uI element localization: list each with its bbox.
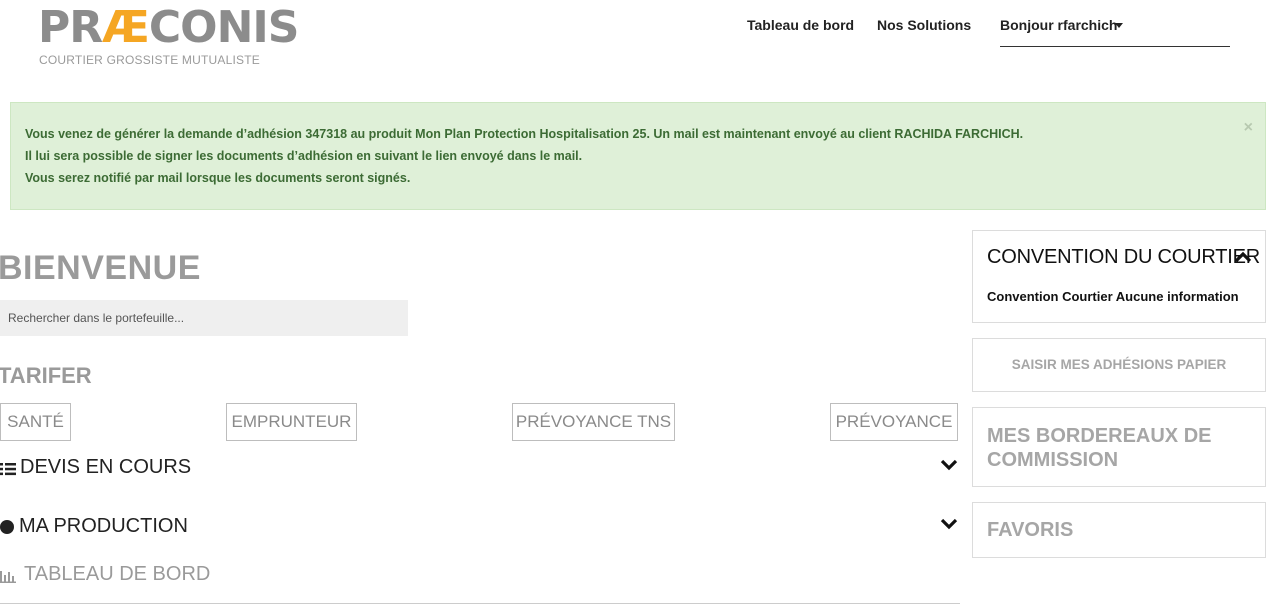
saisir-adhesions-button[interactable]: SAISIR MES ADHÉSIONS PAPIER: [972, 338, 1266, 392]
devis-section-title: DEVIS EN COURS: [20, 456, 192, 478]
dashboard-section-title[interactable]: TABLEAU DE BORD: [24, 563, 210, 586]
success-alert: Vous venez de générer la demande d’adhés…: [10, 102, 1266, 210]
saisir-adhesions-label: SAISIR MES ADHÉSIONS PAPIER: [1011, 357, 1227, 372]
page-title: BIENVENUE: [0, 249, 201, 287]
user-greeting: Bonjour rfarchich: [1000, 17, 1118, 33]
convention-text: Convention Courtier Aucune information: [987, 289, 1239, 304]
convention-title[interactable]: CONVENTION DU COURTIER: [987, 246, 1260, 269]
tarif-sante-button[interactable]: SANTÉ: [0, 403, 71, 441]
chevron-down-icon: [940, 518, 958, 530]
chevron-down-icon: [940, 459, 958, 471]
devis-section-toggle[interactable]: DEVIS EN COURS: [0, 454, 960, 484]
production-section-title: MA PRODUCTION: [19, 515, 188, 537]
alert-line-2: Il lui sera possible de signer les docum…: [25, 149, 583, 163]
close-icon[interactable]: ×: [1244, 119, 1253, 137]
tarif-emprunteur-button[interactable]: EMPRUNTEUR: [226, 403, 357, 441]
tarifer-heading: TARIFER: [0, 363, 92, 388]
favoris-label: FAVORIS: [987, 519, 1074, 541]
nav-solutions-link[interactable]: Nos Solutions: [877, 17, 971, 33]
logo-tagline: COURTIER GROSSISTE MUTUALISTE: [39, 53, 260, 67]
brand-logo[interactable]: PRÆCONIS COURTIER GROSSISTE MUTUALISTE: [38, 2, 299, 68]
bar-chart-icon: [0, 571, 16, 583]
tarif-prevoyance-button[interactable]: PRÉVOYANCE: [830, 403, 958, 441]
logo-wordmark: PRÆCONIS: [38, 2, 299, 53]
circle-icon: [0, 520, 14, 534]
caret-down-icon: [1115, 23, 1123, 28]
list-icon: [0, 463, 16, 476]
favoris-panel[interactable]: FAVORIS: [972, 502, 1266, 558]
portfolio-search-input[interactable]: [0, 300, 408, 336]
convention-panel: CONVENTION DU COURTIER Convention Courti…: [972, 230, 1266, 323]
nav-dashboard-link[interactable]: Tableau de bord: [747, 17, 854, 33]
production-section-toggle[interactable]: MA PRODUCTION: [0, 513, 960, 543]
alert-line-3: Vous serez notifié par mail lorsque les …: [25, 171, 411, 185]
bordereaux-panel[interactable]: MES BORDEREAUX DE COMMISSION: [972, 407, 1266, 487]
bordereaux-label: MES BORDEREAUX DE COMMISSION: [987, 425, 1212, 471]
tarif-prevoyance-tns-button[interactable]: PRÉVOYANCE TNS: [512, 403, 675, 441]
user-menu[interactable]: Bonjour rfarchich: [1000, 10, 1230, 47]
chevron-up-icon[interactable]: [1234, 250, 1252, 264]
alert-line-1: Vous venez de générer la demande d’adhés…: [25, 127, 1024, 141]
